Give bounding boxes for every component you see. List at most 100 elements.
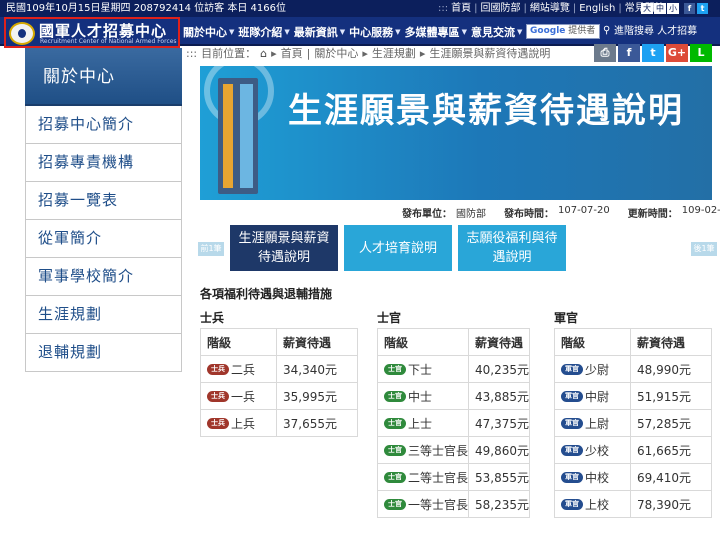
rank-badge: 士兵: [207, 390, 229, 402]
table-row: 士官 二等士官長 53,855元: [376, 463, 531, 491]
nav-item-media[interactable]: 多媒體專區: [405, 24, 460, 40]
table-row: 軍官 少校 61,665元: [554, 436, 712, 464]
pay-value: 35,995元: [276, 382, 358, 410]
facebook-icon[interactable]: f: [618, 44, 640, 62]
nav-menu: 關於中心 ▼ 班隊介紹 ▼ 最新資訊 ▼ 中心服務 ▼ 多媒體專區 ▼ 意見交流 ▼: [183, 17, 526, 46]
breadcrumb-career[interactable]: 生涯規劃: [372, 46, 416, 62]
rank-badge: 士兵: [207, 363, 229, 375]
unit-value: 國防部: [456, 209, 486, 220]
rank-name: 上士: [408, 416, 433, 431]
line-icon[interactable]: L: [690, 44, 712, 62]
page-title: 生涯願景與薪資待遇說明: [288, 91, 684, 131]
home-icon[interactable]: ⌂: [260, 46, 267, 62]
sidebar-item-intro[interactable]: 招募中心簡介: [25, 106, 182, 144]
top-info-bar: 民國109年10月15日星期四 208792414 位訪客 本日 4166位 :…: [0, 0, 720, 17]
pay-value: 48,990元: [630, 355, 712, 383]
top-social: f t: [684, 3, 708, 14]
rank-badge: 軍官: [561, 498, 583, 510]
pay-value: 57,285元: [630, 409, 712, 437]
sidebar-item-retirement[interactable]: 退輔規劃: [25, 334, 182, 372]
site-logo[interactable]: 國軍人才招募中心 Recruitment Center of National …: [4, 17, 180, 48]
print-icon[interactable]: ⎙: [594, 44, 616, 62]
rank-name: 少校: [585, 443, 610, 458]
tab-benefits[interactable]: 志願役福利與待遇說明: [458, 225, 566, 271]
building-icon: [218, 78, 258, 194]
rank-name: 二兵: [231, 362, 256, 377]
google-hint: 提供者: [568, 26, 596, 36]
advanced-search-link[interactable]: 進階搜尋 人才招募: [614, 23, 697, 40]
rank-name: 中尉: [585, 389, 610, 404]
googleplus-icon[interactable]: G+: [666, 44, 688, 62]
rank-name: 二等士官長: [408, 470, 469, 485]
rank-badge: 士兵: [207, 417, 229, 429]
chevron-down-icon: ▼: [461, 27, 467, 36]
search-input[interactable]: Google 提供者: [526, 24, 600, 39]
facebook-icon[interactable]: f: [684, 3, 695, 14]
chevron-down-icon: ▼: [229, 27, 235, 36]
column-header: 階級: [554, 328, 631, 356]
twitter-icon[interactable]: t: [697, 3, 708, 14]
sidebar-item-schools[interactable]: 軍事學校簡介: [25, 258, 182, 296]
twitter-icon[interactable]: t: [642, 44, 664, 62]
chevron-down-icon: ▼: [516, 27, 523, 36]
top-link-home[interactable]: 首頁: [448, 0, 474, 17]
rank-badge: 軍官: [561, 471, 583, 483]
table-row: 士官 中士 43,885元: [376, 382, 531, 410]
next-item-button[interactable]: 後1筆: [691, 242, 717, 256]
top-link-mnd[interactable]: 回國防部: [477, 0, 523, 17]
logo-subtitle: Recruitment Center of National Armed For…: [40, 38, 177, 45]
rank-name: 一等士官長: [408, 497, 469, 512]
nav-item-about[interactable]: 關於中心: [183, 24, 227, 40]
top-links: ::: 首頁| 回國防部| 網站導覽| English| 常見問答: [438, 0, 668, 17]
column-header: 薪資待遇: [468, 328, 531, 356]
top-link-english[interactable]: English: [576, 0, 618, 17]
sidebar-item-military-intro[interactable]: 從軍簡介: [25, 220, 182, 258]
pay-table-officer: 階級 薪資待遇 軍官 少尉 48,990元 軍官 中尉 51,915元 軍官 上尉 5…: [554, 328, 712, 518]
top-link-sitemap[interactable]: 網站導覽: [527, 0, 573, 17]
nav-item-services[interactable]: 中心服務: [349, 24, 393, 40]
rank-badge: 士官: [384, 390, 406, 402]
breadcrumb-home[interactable]: 首頁: [281, 46, 303, 62]
search-icon[interactable]: ⚲: [603, 24, 614, 37]
nav-item-classes[interactable]: 班隊介紹: [238, 24, 282, 40]
sidebar-item-overview[interactable]: 招募一覽表: [25, 182, 182, 220]
rank-badge: 士官: [384, 363, 406, 375]
table-row: 士官 上士 47,375元: [376, 409, 531, 437]
tab-career-pay[interactable]: 生涯願景與薪資待遇說明: [230, 225, 338, 271]
publish-time-value: 107-07-20: [558, 205, 610, 216]
pay-value: 61,665元: [630, 436, 712, 464]
table-row: 軍官 上尉 57,285元: [554, 409, 712, 437]
chevron-down-icon: ▼: [339, 27, 346, 36]
font-size-small-button[interactable]: 小: [667, 3, 679, 14]
table-row: 軍官 少尉 48,990元: [554, 355, 712, 383]
sidebar-item-career[interactable]: 生涯規劃: [25, 296, 182, 334]
pay-value: 58,235元: [468, 490, 531, 518]
rank-name: 中士: [408, 389, 433, 404]
font-size-large-button[interactable]: 大: [641, 3, 653, 14]
nav-item-feedback[interactable]: 意見交流: [471, 24, 515, 40]
table-row: 士官 下士 40,235元: [376, 355, 531, 383]
table-header-row: 階級 薪資待遇: [376, 328, 531, 356]
table-header-row: 階級 薪資待遇: [554, 328, 712, 356]
chevron-down-icon: ▼: [395, 27, 401, 36]
publish-time-label: 發布時間：: [504, 209, 554, 220]
nav-item-news[interactable]: 最新資訊: [294, 24, 338, 40]
prev-item-button[interactable]: 前1筆: [198, 242, 224, 256]
breadcrumb-about[interactable]: 關於中心: [314, 46, 358, 62]
pay-value: 49,860元: [468, 436, 531, 464]
emblem-icon: [9, 22, 35, 45]
tab-training[interactable]: 人才培育說明: [344, 225, 452, 271]
rank-name: 少尉: [585, 362, 610, 377]
rank-name: 上校: [585, 497, 610, 512]
font-size-buttons: 大 中 小: [641, 3, 679, 14]
pay-table-nco: 階級 薪資待遇 士官 下士 40,235元 士官 中士 43,885元 士官 上士 4…: [376, 328, 531, 518]
rank-badge: 士官: [384, 471, 406, 483]
column-header: 薪資待遇: [630, 328, 712, 356]
group-title-officer: 軍官: [554, 311, 579, 325]
table-header-row: 階級 薪資待遇: [200, 328, 358, 356]
update-time-label: 更新時間：: [627, 209, 678, 220]
rank-name: 下士: [408, 362, 433, 377]
font-size-medium-button[interactable]: 中: [654, 3, 666, 14]
visitor-counter: 民國109年10月15日星期四 208792414 位訪客 本日 4166位: [6, 3, 286, 14]
sidebar-item-agencies[interactable]: 招募專責機構: [25, 144, 182, 182]
